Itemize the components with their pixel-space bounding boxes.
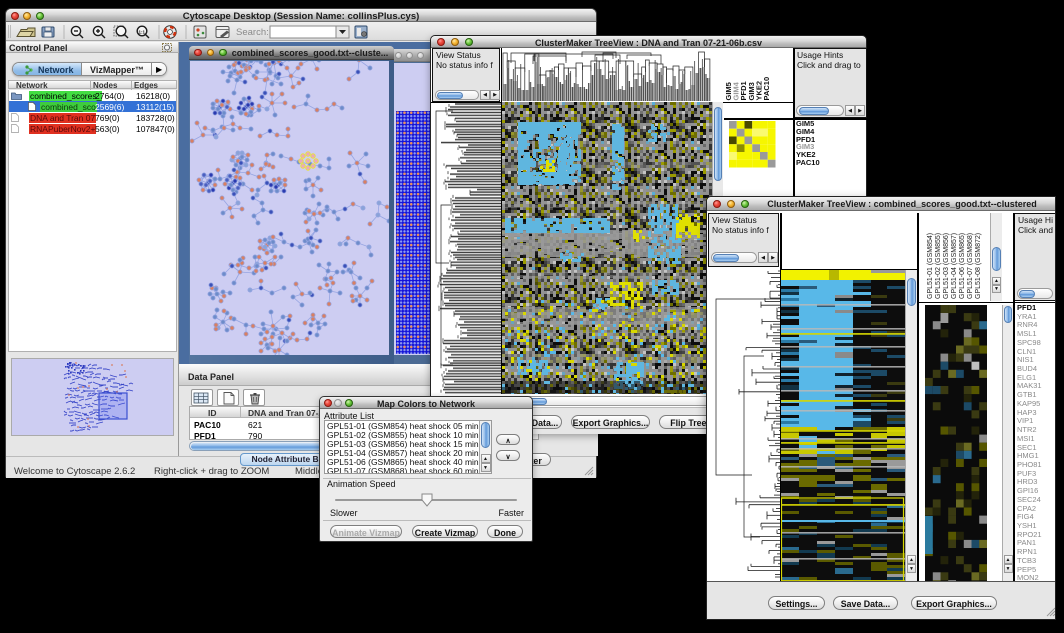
svg-text:PAC10: PAC10 xyxy=(762,77,771,101)
svg-text:GPL51-02 (GSM855): GPL51-02 (GSM855) xyxy=(935,233,942,299)
svg-text:GPL51-06 (GSM865): GPL51-06 (GSM865) xyxy=(959,233,966,299)
svg-text:GPL51-03 (GSM856): GPL51-03 (GSM856) xyxy=(943,233,950,299)
svg-text:GPL51-01 (GSM854): GPL51-01 (GSM854) xyxy=(927,233,934,299)
svg-text:GPL51-08 (GSM872): GPL51-08 (GSM872) xyxy=(975,233,982,299)
svg-text:Search:: Search: xyxy=(236,27,269,38)
svg-text:GPL51-07 (GSM868): GPL51-07 (GSM868) xyxy=(967,233,974,299)
svg-text:GPL51-04 (GSM857): GPL51-04 (GSM857) xyxy=(951,233,958,299)
svg-text:1:1: 1:1 xyxy=(139,30,146,35)
